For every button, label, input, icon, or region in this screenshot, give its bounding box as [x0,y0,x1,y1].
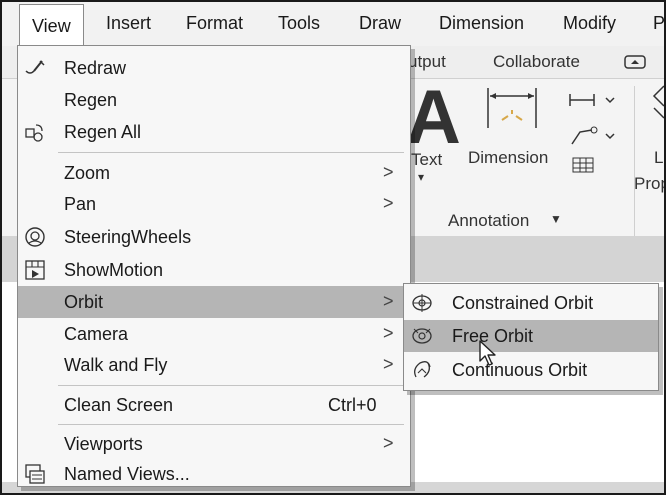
panel-toggle-icon[interactable] [624,55,646,69]
menu-item-regen[interactable]: Regen [18,84,410,116]
ribbon-right-label-1: La [654,148,666,167]
continuous-orbit-icon [414,361,431,378]
menu-view[interactable]: View [19,4,84,47]
menu-item-label: Pan [64,194,97,214]
menu-item-named-views[interactable]: Named Views... [18,458,410,484]
menu-insert[interactable]: Insert [106,13,151,34]
menu-bar: View Insert Format Tools Draw Dimension … [2,2,665,47]
menu-item-label: Zoom [64,163,111,183]
menu-item-viewports[interactable]: Viewports > [18,428,410,460]
menu-item-camera[interactable]: Camera > [18,318,410,350]
view-menu: Redraw Regen Regen All Zoom > Pan > Stee… [17,45,411,487]
menu-item-free-orbit[interactable]: Free Orbit [404,320,658,352]
menu-item-label: Orbit [64,292,104,312]
orbit-submenu: Constrained Orbit Free Orbit Continuous … [403,283,659,391]
show-motion-icon [25,260,45,280]
tab-collaborate[interactable]: Collaborate [493,52,580,72]
menu-p[interactable]: P [653,13,665,34]
menu-item-orbit[interactable]: Orbit > [18,286,410,318]
menu-item-label: ShowMotion [64,260,164,280]
menu-modify[interactable]: Modify [563,13,616,34]
dimension-tool-label[interactable]: Dimension [468,148,548,168]
annotation-dropdown-icon[interactable]: ▼ [550,212,562,226]
menu-item-redraw[interactable]: Redraw [18,52,410,84]
menu-item-label: Viewports [64,434,143,454]
text-tool-label[interactable]: Text [411,150,442,170]
ribbon-right-label-2: Prop [634,174,666,193]
regen-all-icon [25,124,43,142]
text-big-icon[interactable]: A [406,78,461,158]
menu-item-label: Constrained Orbit [452,293,594,313]
menu-item-label: Continuous Orbit [452,360,588,380]
submenu-arrow-icon: > [383,291,394,311]
menu-item-label: Regen All [64,122,142,142]
menu-item-constrained-orbit[interactable]: Constrained Orbit [404,287,658,319]
submenu-arrow-icon: > [383,162,394,182]
dimension-tools-icons[interactable] [568,86,618,176]
steering-wheels-icon [25,227,45,247]
menu-item-continuous-orbit[interactable]: Continuous Orbit [404,354,658,386]
menu-item-pan[interactable]: Pan > [18,188,410,220]
panel-divider [634,86,635,236]
submenu-arrow-icon: > [383,323,394,343]
submenu-arrow-icon: > [383,193,394,213]
mouse-cursor-icon [479,340,496,366]
menu-separator [58,424,404,425]
menu-item-regen-all[interactable]: Regen All [18,116,410,148]
submenu-arrow-icon: > [383,354,394,374]
menu-item-label: Redraw [64,58,127,78]
menu-item-label: Clean Screen [64,395,174,415]
text-dropdown-icon[interactable]: ▾ [418,170,424,184]
menu-draw[interactable]: Draw [359,13,401,34]
menu-item-label: Named Views... [64,464,190,484]
menu-tools[interactable]: Tools [278,13,320,34]
menu-item-label: SteeringWheels [64,227,192,247]
menu-separator [58,152,404,153]
menu-item-label: Camera [64,324,129,344]
named-views-icon [25,464,45,484]
submenu-arrow-icon: > [383,433,394,453]
dimension-icon[interactable] [484,84,540,132]
menu-item-walk-and-fly[interactable]: Walk and Fly > [18,349,410,381]
menu-format[interactable]: Format [186,13,243,34]
menu-item-steering-wheels[interactable]: SteeringWheels [18,221,410,253]
menu-dimension[interactable]: Dimension [439,13,524,34]
menu-item-show-motion[interactable]: ShowMotion [18,254,410,286]
shortcut-label: Ctrl+0 [328,395,377,415]
free-orbit-icon [412,328,432,344]
constrained-orbit-icon [412,294,432,312]
properties-icon[interactable] [650,84,666,124]
menu-item-clean-screen[interactable]: Clean Screen Ctrl+0 [18,389,410,421]
menu-item-label: Walk and Fly [64,355,168,375]
menu-item-zoom[interactable]: Zoom > [18,157,410,189]
menu-item-label: Regen [64,90,118,110]
menu-separator [58,385,404,386]
tab-output[interactable]: utput [408,52,446,72]
annotation-panel-label[interactable]: Annotation [448,211,529,231]
redraw-icon [25,60,45,74]
